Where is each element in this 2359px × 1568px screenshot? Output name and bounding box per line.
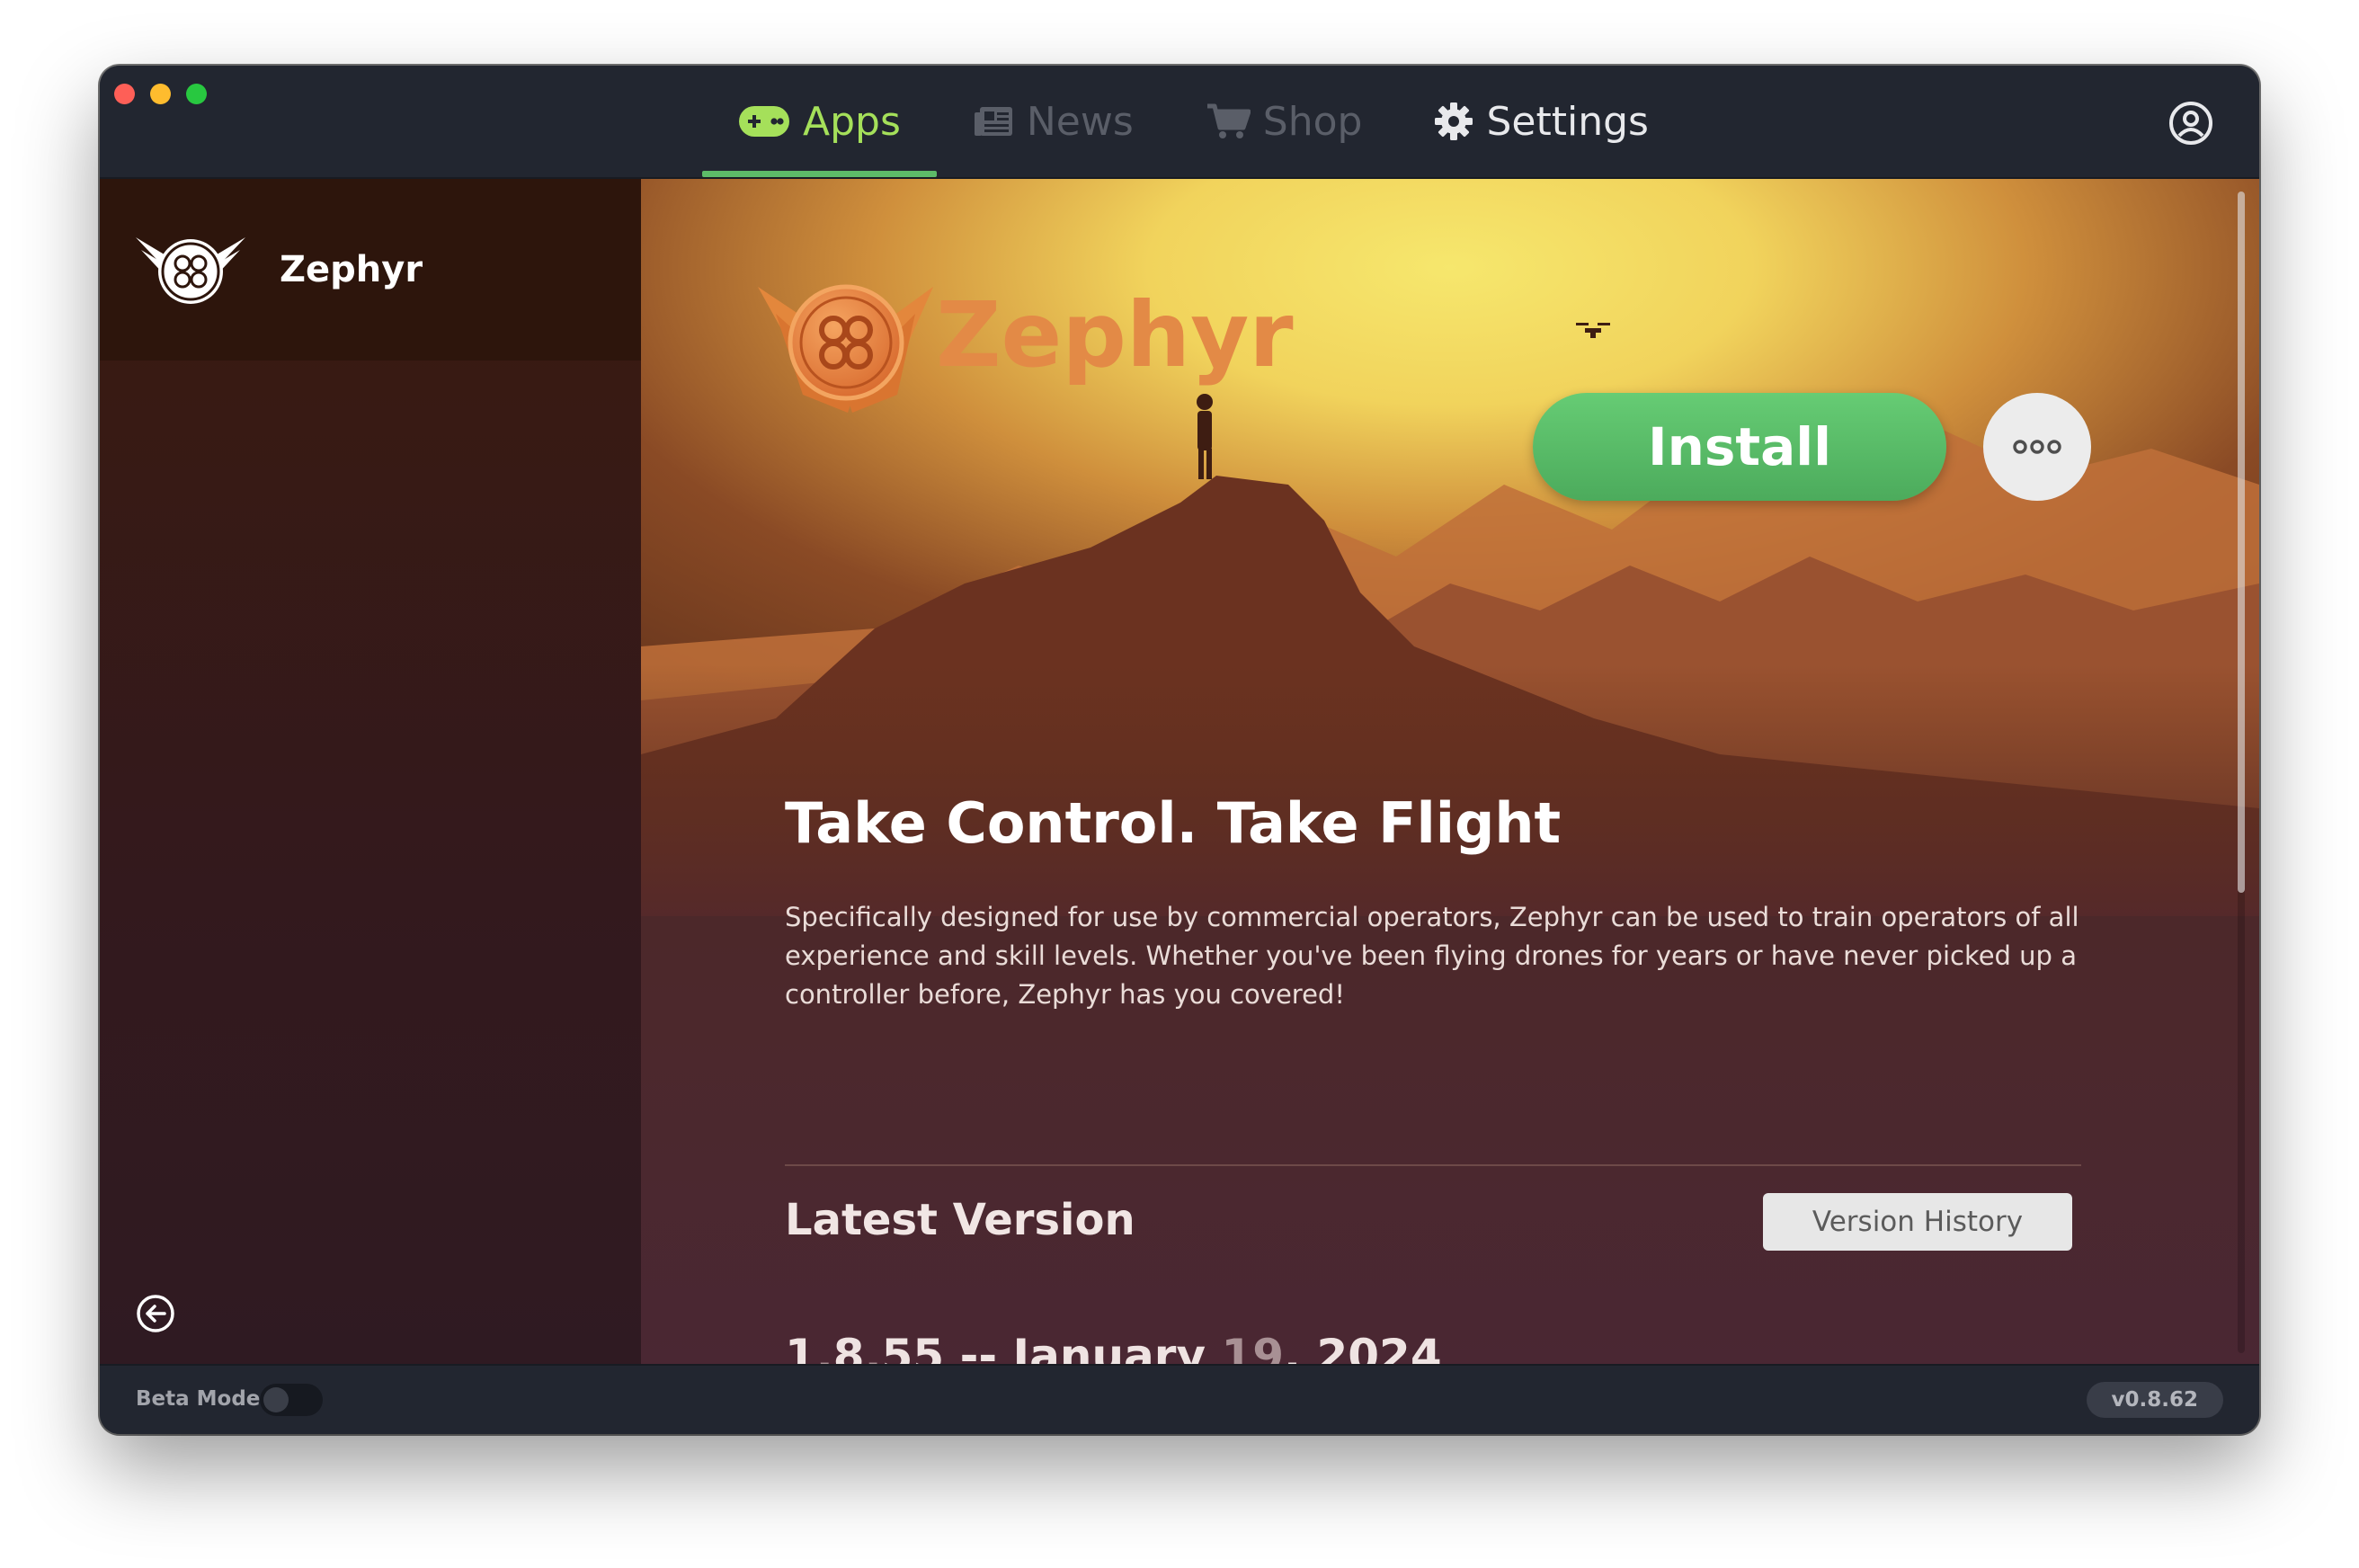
user-circle-icon <box>2169 102 2212 145</box>
version-date-separator: -- <box>944 1330 1013 1364</box>
app-window: Apps News Shop Settings Zephyr Zephyr In… <box>100 66 2259 1434</box>
app-version-badge: v0.8.62 <box>2086 1382 2223 1418</box>
tab-settings[interactable]: Settings <box>1398 66 1684 177</box>
scrollbar-thumb[interactable] <box>2238 192 2245 893</box>
release-year: 2024 <box>1316 1330 1442 1364</box>
minimize-window-button[interactable] <box>150 84 171 104</box>
release-comma: , <box>1284 1330 1317 1364</box>
content-scrollbar[interactable] <box>2238 192 2245 1353</box>
tab-apps[interactable]: Apps <box>702 66 937 177</box>
status-bar: Beta Mode v0.8.62 <box>100 1364 2259 1434</box>
gamepad-icon <box>738 104 790 138</box>
app-detail-panel: Zephyr Install Take Control. Take Flight… <box>641 179 2259 1364</box>
account-button[interactable] <box>2168 100 2214 147</box>
section-divider <box>785 1164 2081 1166</box>
latest-version-info: 1.8.55 -- January 19, 2024 <box>785 1330 1442 1364</box>
main-nav-tabs: Apps News Shop Settings <box>702 66 1685 177</box>
close-window-button[interactable] <box>114 84 135 104</box>
version-patch: 55 <box>881 1330 945 1364</box>
more-dots-icon <box>2013 440 2061 454</box>
app-sidebar: Zephyr <box>100 179 641 1364</box>
window-controls <box>114 84 207 104</box>
newspaper-icon <box>973 103 1014 139</box>
collapse-sidebar-button[interactable] <box>136 1294 175 1333</box>
cart-icon <box>1206 102 1251 140</box>
tab-news-label: News <box>1026 98 1134 145</box>
tab-settings-label: Settings <box>1486 98 1649 145</box>
toggle-knob <box>263 1387 289 1412</box>
version-history-button[interactable]: Version History <box>1763 1193 2072 1251</box>
more-options-button[interactable] <box>1983 393 2091 501</box>
tab-shop-label: Shop <box>1262 98 1363 145</box>
release-day: 19 <box>1221 1330 1285 1364</box>
sidebar-item-zephyr[interactable]: Zephyr <box>100 179 641 361</box>
tab-apps-label: Apps <box>803 98 901 145</box>
title-bar: Apps News Shop Settings <box>100 66 2259 179</box>
app-description: Specifically designed for use by commerc… <box>785 902 2079 1010</box>
sidebar-item-label: Zephyr <box>280 249 423 290</box>
version-separator: . <box>864 1330 882 1364</box>
app-tagline-heading: Take Control. Take Flight <box>785 790 1562 856</box>
maximize-window-button[interactable] <box>186 84 207 104</box>
version-separator: . <box>815 1330 833 1364</box>
zephyr-logo-icon <box>136 237 245 304</box>
release-month: January <box>1012 1330 1222 1364</box>
hero-logo-text: Zephyr <box>936 282 1294 388</box>
version-minor: 8 <box>832 1330 865 1364</box>
tab-news[interactable]: News <box>937 66 1170 177</box>
beta-mode-label: Beta Mode <box>136 1387 261 1411</box>
latest-version-title: Latest Version <box>785 1195 1135 1245</box>
gear-icon <box>1434 102 1473 141</box>
version-major: 1 <box>785 1330 816 1364</box>
tab-shop[interactable]: Shop <box>1170 66 1399 177</box>
arrow-left-circle-icon <box>137 1295 174 1332</box>
beta-mode-toggle[interactable] <box>260 1384 323 1416</box>
install-button[interactable]: Install <box>1533 393 1946 501</box>
